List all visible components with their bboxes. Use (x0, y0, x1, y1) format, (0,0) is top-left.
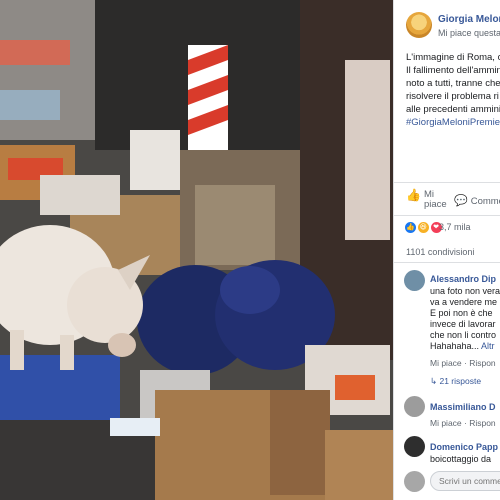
like-reaction-icon: 👍 (404, 221, 417, 234)
caption-line: alle precedenti ammini (406, 104, 500, 115)
write-comment-input[interactable] (430, 471, 500, 491)
comment-line: che non li contro (430, 330, 497, 340)
commenter-name[interactable]: Massimiliano D (430, 402, 496, 412)
hashtag-link[interactable]: #GiorgiaMeloniPremie (406, 116, 500, 129)
commenter-avatar[interactable] (404, 436, 425, 457)
post-caption: L'immagine di Roma, c Il fallimento dell… (406, 51, 500, 129)
post-sidebar: Giorgia Meloni Mi piace questa L'immagin… (393, 0, 500, 500)
caption-line: Il fallimento dell'ammin (406, 65, 500, 76)
speech-bubble-icon: 💬 (454, 195, 468, 207)
section-divider (394, 262, 500, 263)
commenter-name[interactable]: Domenico Papp (430, 442, 498, 452)
like-button[interactable]: 👍 Mi piace (406, 188, 447, 210)
caption-line: risolvere il problema ri (406, 91, 499, 102)
page-avatar[interactable] (406, 12, 432, 38)
comment-text: una foto non vera va a vendere me E poi … (430, 286, 500, 352)
comment-button[interactable]: 💬Comme (454, 194, 500, 207)
comment-line: una foto non vera (430, 286, 500, 296)
see-more-link[interactable]: Altr (481, 341, 495, 351)
comment-actions[interactable]: Mi piace · Rispon (430, 358, 496, 368)
caption-line: noto a tutti, tranne che (406, 78, 500, 89)
comment-actions[interactable]: Mi piace · Rispon (430, 418, 496, 428)
share-count[interactable]: 1101 condivisioni (406, 247, 474, 257)
like-page-link[interactable]: Mi piace questa (438, 28, 500, 38)
commenter-avatar[interactable] (404, 270, 425, 291)
view-replies-link[interactable]: ↳ 21 risposte (430, 376, 481, 387)
current-user-avatar (404, 471, 425, 492)
post-photo[interactable] (0, 0, 393, 500)
post-action-bar: 👍 Mi piace 💬Comme (394, 182, 500, 216)
page-name-link[interactable]: Giorgia Meloni (438, 14, 500, 25)
street-garbage-pig-image (0, 0, 393, 500)
caption-line: L'immagine di Roma, c (406, 52, 500, 63)
like-label-line-2: piace (423, 199, 447, 210)
comment-line: Hahahaha... (430, 341, 482, 351)
commenter-avatar[interactable] (404, 396, 425, 417)
thumbs-up-icon: 👍 (406, 188, 421, 202)
commenter-name[interactable]: Alessandro Dip (430, 274, 496, 284)
reaction-icons[interactable]: 👍 😆 ❤ (404, 221, 443, 234)
comment-line: va a vendere me (430, 297, 498, 307)
comment-line: invece di lavorar (430, 319, 496, 329)
reaction-count[interactable]: 3,7 mila (439, 222, 471, 232)
comment-line: E poi non è che (430, 308, 493, 318)
comment-label: Comme (470, 196, 500, 207)
haha-reaction-icon: 😆 (416, 221, 430, 234)
comment-text: boicottaggio da (430, 454, 492, 464)
